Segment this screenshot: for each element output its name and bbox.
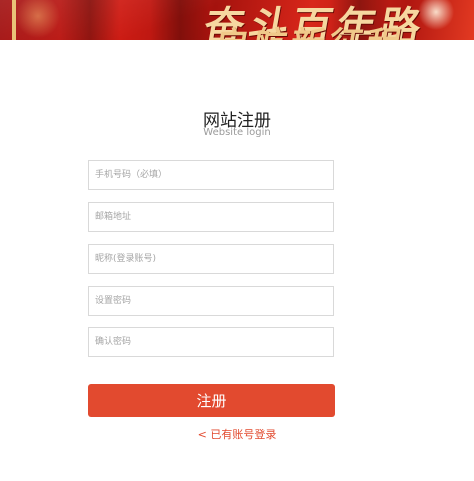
page-subtitle: Website login	[203, 127, 271, 138]
header-banner: 奋斗百年路 启航新征程	[0, 0, 474, 40]
email-input[interactable]	[88, 202, 334, 232]
banner-flag-fold	[150, 0, 210, 40]
register-page: 奋斗百年路 启航新征程 网站注册 Website login 注册 < 已有账号…	[0, 0, 474, 481]
register-button[interactable]: 注册	[88, 384, 335, 417]
phone-input[interactable]	[88, 160, 334, 190]
confirm-password-input[interactable]	[88, 327, 334, 357]
nickname-input[interactable]	[88, 244, 334, 274]
banner-slogan-line2: 启航新征程	[211, 17, 410, 40]
banner-gold-post	[12, 0, 16, 40]
banner-flag-fold	[60, 0, 120, 40]
login-link[interactable]: < 已有账号登录	[0, 426, 474, 442]
password-input[interactable]	[88, 286, 334, 316]
